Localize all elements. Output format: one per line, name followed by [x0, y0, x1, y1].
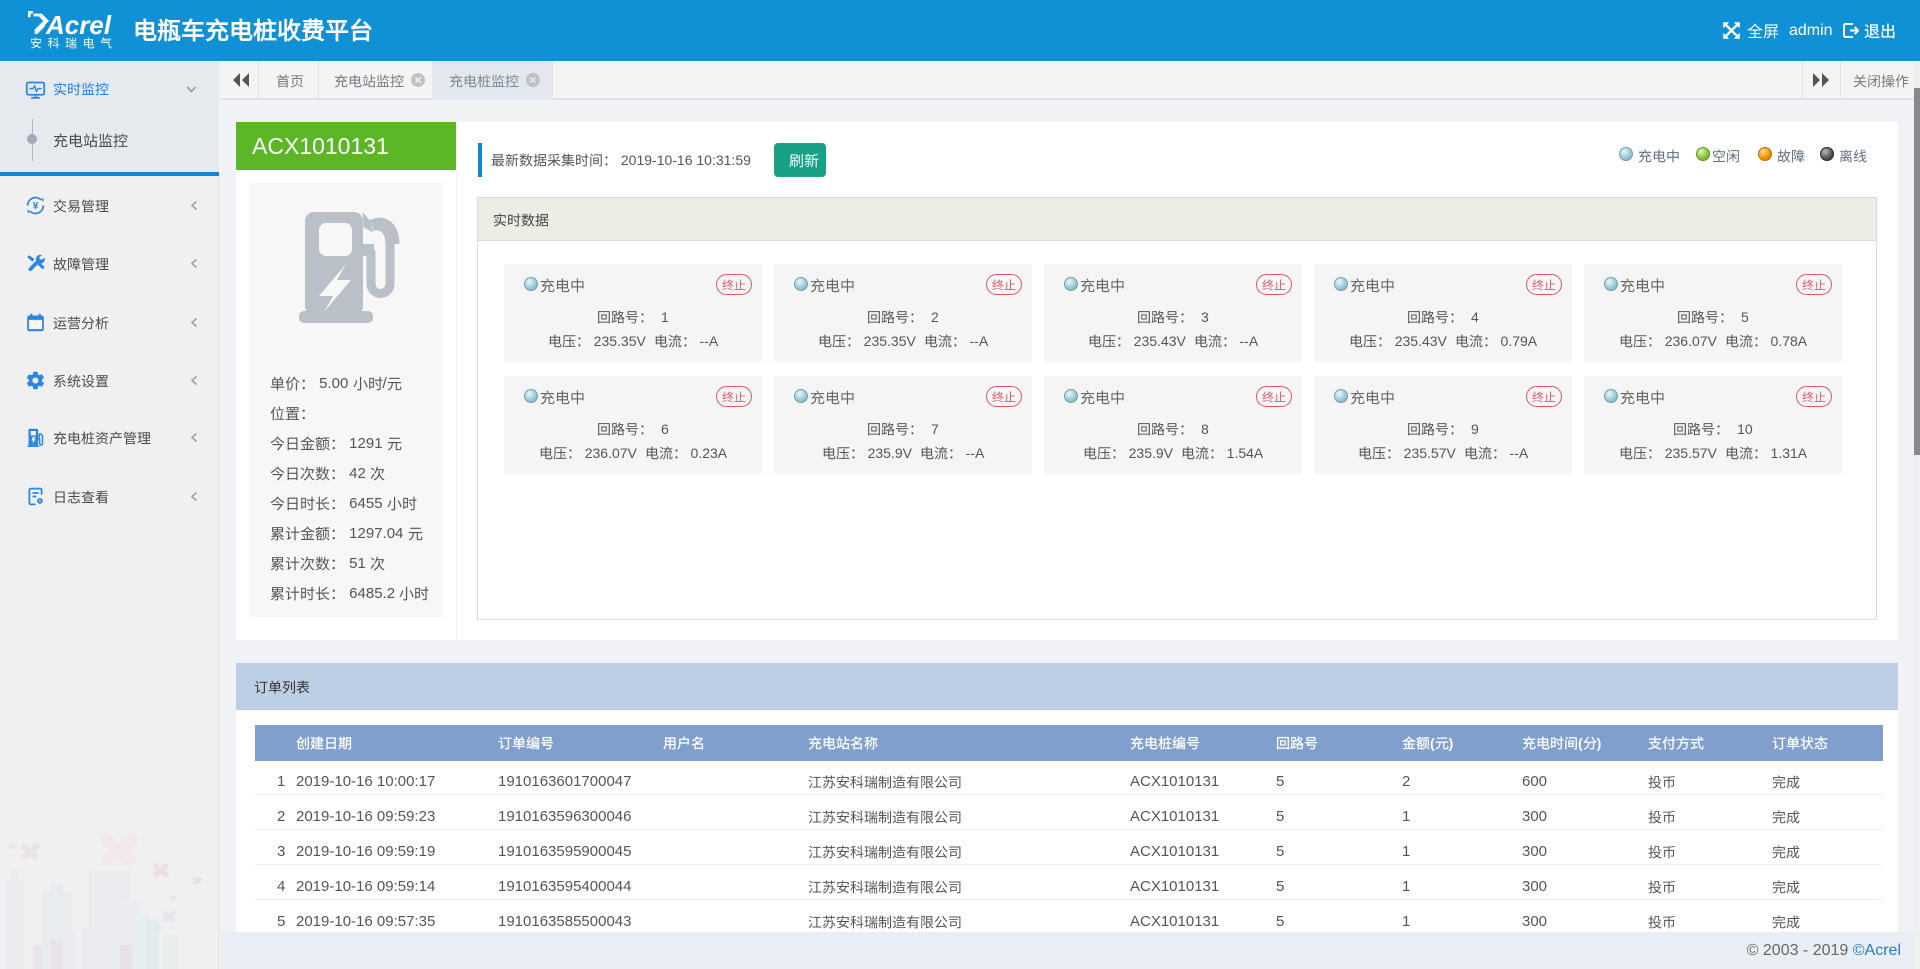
svg-text:¥: ¥ — [33, 200, 39, 212]
